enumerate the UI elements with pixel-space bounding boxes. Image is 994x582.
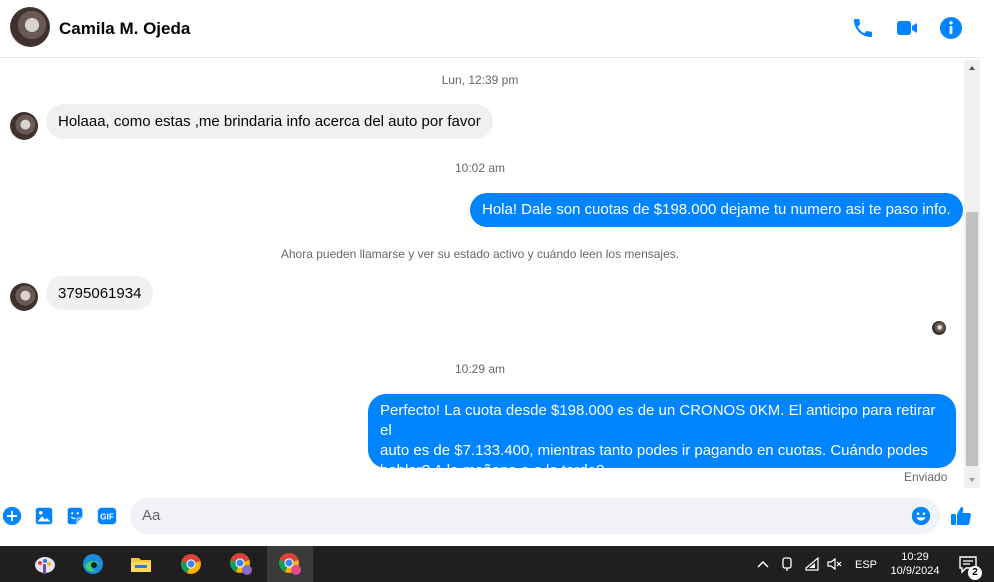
image-icon[interactable] — [33, 505, 55, 527]
video-camera-icon[interactable] — [895, 16, 919, 40]
scroll-down-arrow-icon[interactable] — [964, 472, 980, 488]
incoming-message[interactable]: Holaaa, como estas ,me brindaria info ac… — [46, 104, 493, 139]
chevron-up-icon[interactable] — [756, 558, 770, 570]
taskbar-app-chrome-profile[interactable] — [218, 546, 264, 582]
contact-name[interactable]: Camila M. Ojeda — [59, 19, 190, 39]
volume-muted-icon[interactable] — [826, 556, 842, 572]
sender-avatar[interactable] — [10, 283, 38, 311]
taskbar-app-file-explorer[interactable] — [118, 546, 164, 582]
window-edge — [980, 0, 994, 546]
scrollbar[interactable] — [964, 60, 980, 488]
contact-avatar[interactable] — [10, 7, 50, 47]
file-explorer-icon — [131, 558, 151, 572]
phone-icon[interactable] — [851, 16, 875, 40]
taskbar-app-edge[interactable] — [70, 546, 116, 582]
language-indicator[interactable]: ESP — [855, 559, 877, 571]
messenger-window: Camila M. Ojeda Lun, 12:39 pm Holaaa, co… — [0, 0, 994, 582]
message-line: auto es de $7.133.400, mientras tanto po… — [380, 442, 928, 459]
gif-icon[interactable]: GIF — [96, 505, 118, 527]
outgoing-message[interactable]: Perfecto! La cuota desde $198.000 es de … — [368, 394, 956, 479]
scroll-up-arrow-icon[interactable] — [964, 60, 980, 76]
message-line: Perfecto! La cuota desde $198.000 es de … — [380, 402, 936, 439]
sender-avatar[interactable] — [10, 112, 38, 140]
wifi-icon[interactable] — [804, 556, 820, 572]
delivery-status: Enviado — [904, 470, 948, 484]
notification-badge: 2 — [968, 566, 982, 580]
gif-label: GIF — [100, 513, 114, 522]
plus-icon[interactable] — [1, 505, 23, 527]
clock-date: 10/9/2024 — [890, 565, 940, 577]
chrome-profile-icon — [230, 553, 252, 575]
system-clock[interactable]: 10:29 10/9/2024 — [884, 550, 946, 578]
like-icon[interactable] — [949, 504, 973, 528]
incoming-message[interactable]: 3795061934 — [46, 276, 154, 310]
meet-now-icon[interactable] — [780, 556, 794, 572]
info-icon[interactable] — [939, 16, 963, 40]
taskbar-app-chrome-active[interactable] — [267, 546, 313, 582]
edge-icon — [83, 554, 103, 574]
chrome-icon — [181, 554, 201, 574]
message-timestamp: 10:29 am — [454, 362, 506, 376]
seen-indicator-avatar — [932, 321, 946, 335]
clock-time: 10:29 — [901, 551, 929, 563]
sticker-icon[interactable] — [64, 505, 86, 527]
message-timestamp: Lun, 12:39 pm — [441, 73, 519, 87]
chat-header: Camila M. Ojeda — [0, 0, 980, 58]
chat-notice: Ahora pueden llamarse y ver su estado ac… — [280, 247, 680, 261]
paint-icon — [35, 557, 55, 574]
chrome-profile-active-icon — [279, 553, 301, 575]
windows-taskbar: ESP 10:29 10/9/2024 2 — [0, 546, 994, 582]
taskbar-app-paint[interactable] — [22, 546, 68, 582]
message-timestamp: 10:02 am — [454, 161, 506, 175]
outgoing-message[interactable]: Hola! Dale son cuotas de $198.000 dejame… — [470, 193, 963, 227]
scroll-thumb[interactable] — [966, 212, 978, 466]
taskbar-app-chrome[interactable] — [168, 546, 214, 582]
message-line: hablar? A la mañana o a la tarde? — [380, 462, 605, 479]
emoji-icon[interactable] — [910, 505, 932, 527]
message-input[interactable] — [142, 507, 902, 524]
message-input-container[interactable] — [130, 498, 940, 534]
message-composer: GIF — [0, 492, 980, 540]
